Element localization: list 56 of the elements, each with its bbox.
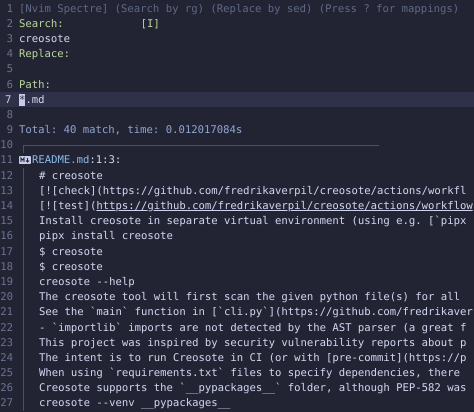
line-number: 9 xyxy=(6,124,13,136)
file-name[interactable]: README.md xyxy=(32,154,90,166)
line-number: 25 xyxy=(0,367,13,380)
line-number: 4 xyxy=(6,48,13,60)
line-number: 20 xyxy=(0,291,13,304)
text-cursor: * xyxy=(19,94,26,106)
line-number: 22 xyxy=(0,322,13,334)
line-number: 10 xyxy=(0,139,13,152)
match-line[interactable]: Creosote supports the `__pypackages__` folder, although PEP-582 was xyxy=(39,382,466,394)
line-number: 19 xyxy=(0,276,13,288)
match-line[interactable]: [![test]( xyxy=(39,200,96,212)
line-number: 7 xyxy=(4,94,12,106)
line-number: 1 xyxy=(6,2,13,15)
plugin-header: [Nvim Spectre] (Search by rg) (Replace by sed) (Press ? for mappings) xyxy=(19,2,460,15)
field-label: Replace: xyxy=(19,48,70,60)
match-line[interactable]: # creosote xyxy=(39,170,103,182)
line-number: 11 xyxy=(0,154,13,166)
line-number: 3 xyxy=(6,32,13,45)
line-number: 24 xyxy=(0,352,13,364)
line-number: 17 xyxy=(0,246,13,258)
field-label: Search: xyxy=(19,18,64,30)
match-line[interactable]: creosote --help xyxy=(39,276,135,288)
match-line[interactable]: Install creosote in separate virtual environment (using e.g. [`pipx xyxy=(39,215,466,228)
match-line[interactable]: See the `main` function in [`cli.py`](https://github.com/fredrikaver xyxy=(39,306,473,318)
search-value[interactable]: creosote xyxy=(19,32,70,45)
line-number: 6 xyxy=(6,78,13,91)
line-number: 5 xyxy=(6,63,13,76)
line-number: 15 xyxy=(0,215,13,228)
match-line[interactable]: $ creosote xyxy=(39,260,103,273)
match-line[interactable]: - `importlib` imports are not detected by the AST parser (a great f xyxy=(39,322,466,334)
line-number: 26 xyxy=(0,382,13,394)
line-number: 23 xyxy=(0,336,13,349)
path-value[interactable]: .md xyxy=(25,94,45,106)
line-number: 13 xyxy=(0,184,13,197)
match-line[interactable]: creosote --venv __pypackages__ xyxy=(39,397,230,410)
line-number: 2 xyxy=(6,18,13,30)
match-line[interactable]: When using `requirements.txt` files to specify dependencies, there xyxy=(39,367,460,380)
ignore-case-flag[interactable]: [I] xyxy=(140,18,160,30)
match-line[interactable]: $ creosote xyxy=(39,246,103,258)
line-number: 12 xyxy=(0,170,13,182)
match-location: :1:3: xyxy=(89,154,122,166)
line-number: 16 xyxy=(0,230,13,242)
match-line[interactable]: The intent is to run Creosote in CI (or with [pre-commit](https://p xyxy=(39,352,466,364)
results-summary: Total: 40 match, time: 0.012017084s xyxy=(19,124,242,136)
line-number: 8 xyxy=(6,108,13,121)
line-number: 14 xyxy=(0,200,13,212)
match-line[interactable]: pipx install creosote xyxy=(39,230,173,242)
line-number: 21 xyxy=(0,306,13,318)
markdown-icon xyxy=(19,156,31,164)
link[interactable]: https://github.com/fredrikaverpil/creosote/actions/workflow xyxy=(96,200,473,212)
line-number: 18 xyxy=(0,260,13,273)
match-line[interactable]: The creosote tool will first scan the given python file(s) for all xyxy=(39,291,460,304)
match-line[interactable]: This project was inspired by security vulnerability reports about p xyxy=(39,336,466,349)
match-line[interactable]: [![check](https://github.com/fredrikaverpil/creosote/actions/workfl xyxy=(39,184,466,197)
field-label: Path: xyxy=(19,78,51,91)
line-number: 27 xyxy=(0,397,13,410)
